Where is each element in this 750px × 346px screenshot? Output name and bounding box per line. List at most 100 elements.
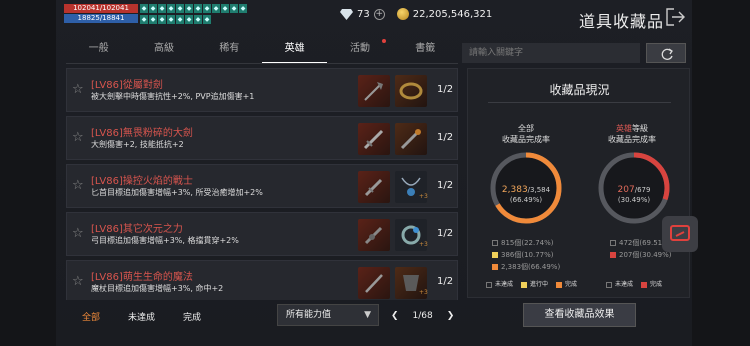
item-count: 1/2 [437, 180, 454, 191]
star-icon[interactable]: ☆ [72, 82, 84, 97]
search-input[interactable]: 請輸入關鍵字 [462, 43, 640, 63]
item-desc: 被大劍擊中時傷害抗性+2%, PVP追加傷害+1 [91, 92, 255, 101]
filter-incomplete[interactable]: 未達成 [128, 310, 155, 323]
screen: 102041/102041 18825/18841 ◆ ◆ ◆ ◆ ◆ ◆ ◆ ◆ ◆ ◆ ◆ ◆ ◆… [0, 0, 750, 346]
legend-value: 386個(10.77%) [501, 251, 554, 259]
tab-rare[interactable]: 稀有 [197, 38, 262, 64]
axe-icon[interactable] [358, 75, 390, 107]
buff-icon: ◆ [140, 4, 148, 13]
list-item[interactable]: ☆ [LV86]從屬對劍 被大劍擊中時傷害抗性+2%, PVP追加傷害+1 1/… [66, 68, 458, 112]
buff-icon: ◆ [185, 4, 193, 13]
item-name: [LV86]從屬對劍 [91, 80, 163, 91]
buff-icon: ◆ [167, 14, 175, 24]
panel-divider [488, 102, 671, 103]
hp-bar: 102041/102041 [64, 4, 138, 13]
tab-advanced[interactable]: 高級 [131, 38, 196, 64]
all-key: 未達成 進行中 完成 [486, 279, 577, 288]
tab-hero[interactable]: 英雄 [261, 38, 328, 64]
legend-swatch [492, 252, 498, 258]
buff-icon: ◆ [158, 14, 166, 24]
item-count: 1/2 [437, 132, 454, 143]
currency-bar: 73 + 22,205,546,321 [340, 6, 492, 22]
filter-all[interactable]: 全部 [82, 310, 100, 323]
all-progress-text: 2,383/3,584 (66.49%) [488, 177, 564, 204]
star-icon[interactable]: ☆ [72, 226, 84, 241]
view-effects-button[interactable]: 查看收藏品效果 [523, 303, 636, 327]
item-name: [LV86]操控火焰的戰士 [91, 176, 193, 187]
key-swatch [641, 281, 648, 288]
buff-icon: ◆ [221, 4, 229, 13]
plus-badge: +3 [419, 289, 428, 296]
list-item[interactable]: ☆ [LV86]萌生生命的魔法 魔杖目標追加傷害增幅+3%, 命中+2 +3 1… [66, 260, 458, 300]
all-summary: 全部 收藏品完成率 [476, 123, 576, 145]
collection-list: ☆ [LV86]從屬對劍 被大劍擊中時傷害抗性+2%, PVP追加傷害+1 1/… [66, 68, 458, 300]
tab-bookmark[interactable]: 書籤 [393, 38, 458, 64]
ring-icon[interactable] [395, 75, 427, 107]
left-margin [0, 0, 56, 346]
hero-percent: (30.49%) [617, 196, 651, 204]
plus-badge: +3 [419, 241, 428, 248]
legend-swatch [610, 252, 616, 258]
buff-icon: ◆ [185, 14, 193, 24]
key-swatch [606, 281, 612, 288]
exit-icon[interactable] [666, 8, 686, 26]
bow-icon[interactable] [358, 219, 390, 251]
list-item[interactable]: ☆ [LV86]無畏粉碎的大劍 大劍傷害+2, 技能抵抗+2 1/2 [66, 116, 458, 160]
plus-badge: +3 [419, 193, 428, 200]
item-count: 1/2 [437, 276, 454, 287]
legend-swatch [492, 240, 498, 246]
item-desc: 魔杖目標追加傷害增幅+3%, 命中+2 [91, 284, 224, 293]
buff-icon: ◆ [239, 4, 247, 13]
item-desc: 匕首目標追加傷害增幅+3%, 所受治癒增加+2% [91, 188, 263, 197]
sword-icon[interactable] [358, 123, 390, 155]
item-count: 1/2 [437, 228, 454, 239]
key-swatch [521, 281, 528, 288]
stat-select-value: 所有能力值 [286, 310, 332, 320]
prev-page-button[interactable]: ❮ [391, 311, 399, 321]
star-icon[interactable]: ☆ [72, 178, 84, 193]
diamond-icon [340, 8, 353, 20]
right-margin [692, 0, 750, 346]
item-name: [LV86]無畏粉碎的大劍 [91, 128, 193, 139]
floating-action-icon[interactable] [662, 216, 698, 252]
item-desc: 弓目標追加傷害增幅+3%, 格擋貫穿+2% [91, 236, 239, 245]
key-label: 進行中 [530, 281, 549, 288]
star-icon[interactable]: ☆ [72, 130, 84, 145]
hero-total: /679 [634, 186, 651, 194]
buff-icon: ◆ [194, 4, 202, 13]
list-item[interactable]: ☆ [LV86]操控火焰的戰士 匕首目標追加傷害增幅+3%, 所受治癒增加+2%… [66, 164, 458, 208]
item-name: [LV86]萌生生命的魔法 [91, 272, 193, 283]
diamond-count: 73 [357, 8, 370, 20]
all-sub: 收藏品完成率 [502, 135, 550, 144]
next-page-button[interactable]: ❯ [447, 311, 455, 321]
add-diamond-button[interactable]: + [373, 8, 385, 20]
star-icon[interactable]: ☆ [72, 274, 84, 289]
buff-icon: ◆ [176, 14, 184, 24]
hero-label-suffix: 等級 [632, 124, 648, 133]
buff-icon: ◆ [140, 14, 148, 24]
hero-progress-text: 207/679 (30.49%) [596, 177, 672, 204]
sword-icon[interactable] [395, 123, 427, 155]
panel-title: 收藏品現況 [549, 83, 610, 97]
chevron-down-icon: ▼ [364, 310, 371, 320]
legend-value: 207個(30.49%) [619, 251, 672, 259]
key-label: 未達成 [615, 281, 634, 288]
buff-icon: ◆ [158, 4, 166, 13]
legend-swatch [610, 240, 616, 246]
pagination: ❮ 1/68 ❯ [391, 311, 454, 321]
list-item[interactable]: ☆ [LV86]其它次元之力 弓目標追加傷害增幅+3%, 格擋貫穿+2% +3 … [66, 212, 458, 256]
buff-icon: ◆ [149, 14, 157, 24]
filter-complete[interactable]: 完成 [183, 310, 201, 323]
hero-label: 英雄 [616, 124, 632, 133]
buff-icon: ◆ [203, 14, 211, 24]
tab-event[interactable]: 活動 [327, 38, 392, 64]
key-label: 未達成 [495, 281, 514, 288]
mp-bar: 18825/18841 [64, 14, 138, 23]
hero-key: 未達成 完成 [606, 279, 662, 288]
refresh-button[interactable] [646, 43, 686, 63]
stat-select[interactable]: 所有能力值 ▼ [277, 304, 379, 326]
tab-normal[interactable]: 一般 [66, 38, 131, 64]
dagger-icon[interactable] [358, 171, 390, 203]
all-total: /3,584 [527, 186, 551, 194]
staff-icon[interactable] [358, 267, 390, 299]
